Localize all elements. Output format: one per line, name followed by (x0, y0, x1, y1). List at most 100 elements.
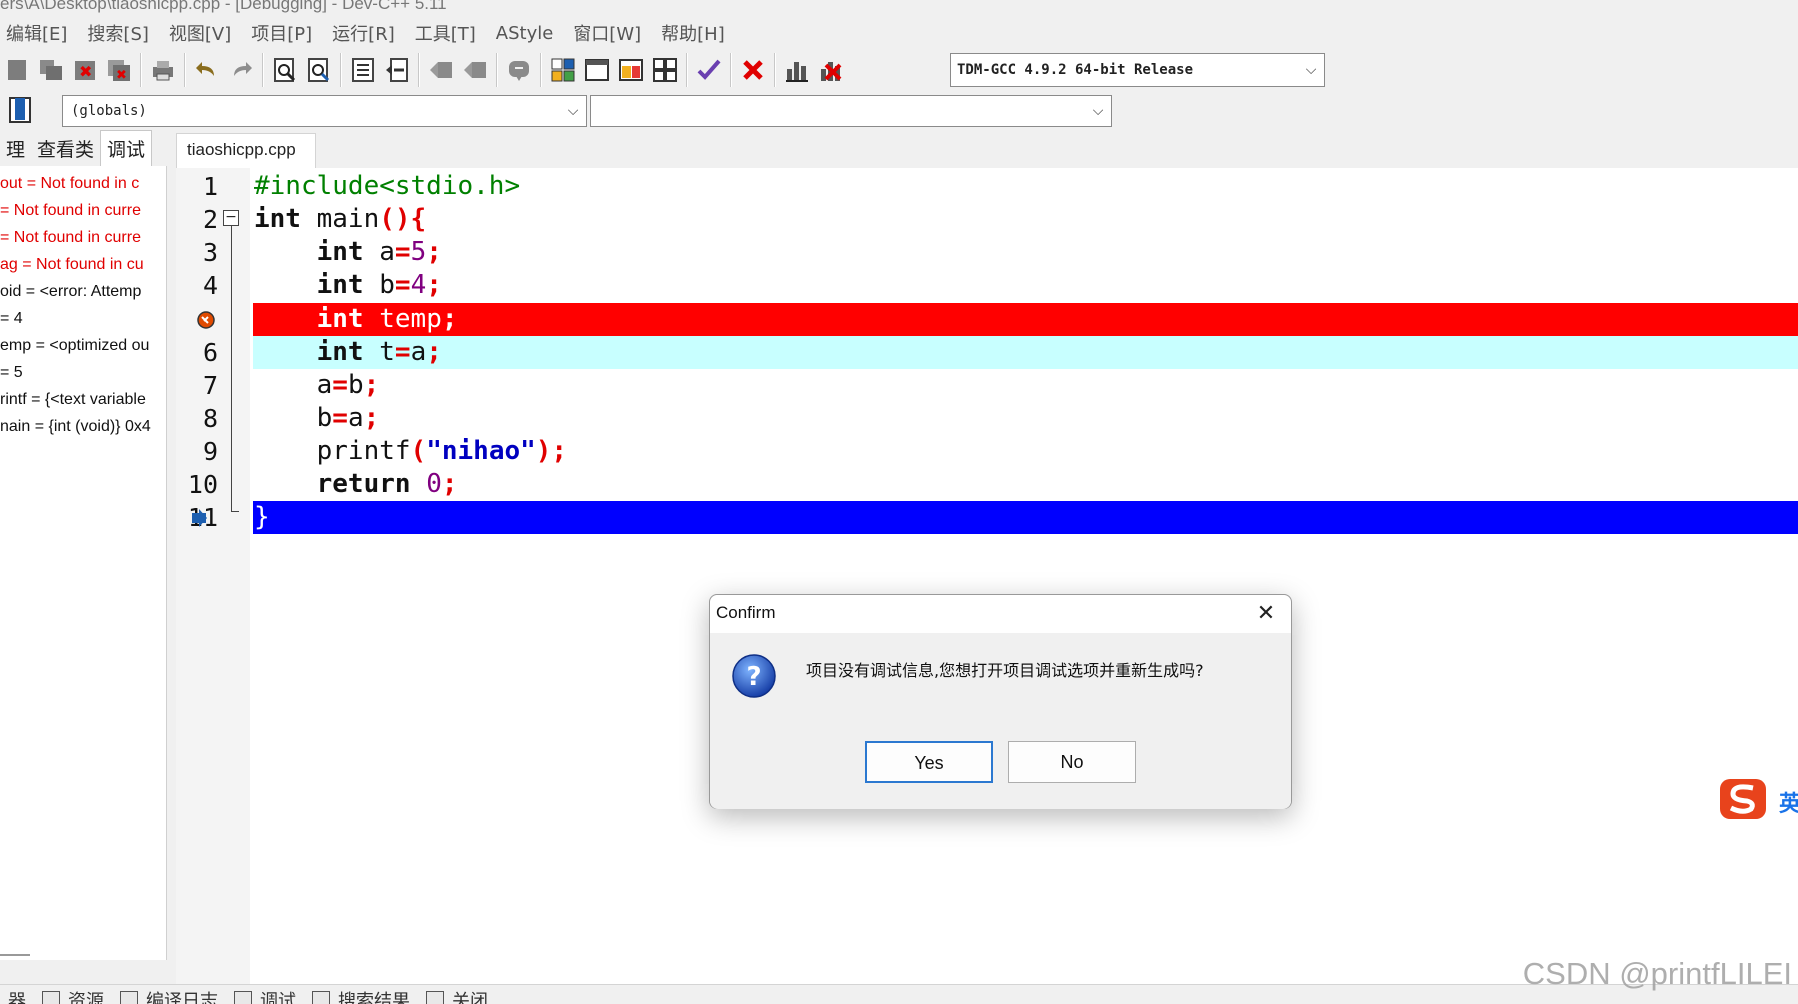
code-text: printf("nihao"); (254, 436, 568, 466)
watch-item[interactable]: ag = Not found in cu (0, 251, 166, 278)
code-line: int temp; (176, 303, 1798, 336)
replace-icon[interactable] (302, 53, 336, 87)
toolbar-separator (340, 53, 342, 87)
grid-windows-icon[interactable] (648, 53, 682, 87)
new-file-icon[interactable] (0, 53, 34, 87)
profile-chart-icon[interactable] (780, 53, 814, 87)
watch-item[interactable]: emp = <optimized ou (0, 332, 166, 359)
tab-project[interactable]: 理 (0, 131, 31, 166)
close-file-icon[interactable]: ✖ (68, 53, 102, 87)
code-line: 8 b=a; (176, 402, 1798, 435)
yes-button[interactable]: Yes (865, 741, 993, 783)
tab-label: 调试 (260, 991, 296, 1004)
dialog-title: Confirm (716, 603, 776, 622)
toolbar-separator (262, 53, 264, 87)
tab-classes[interactable]: 查看类 (31, 131, 100, 166)
chevron-down-icon[interactable]: ⌵ (560, 103, 586, 119)
toolbar-separator (686, 53, 688, 87)
menu-tools[interactable]: 工具[T] (405, 20, 486, 46)
tab-resources[interactable]: 资源 (34, 985, 112, 1004)
left-panel-scrollbar[interactable] (0, 954, 30, 956)
watch-item[interactable]: = Not found in curre (0, 224, 166, 251)
editor-tabs: tiaoshicpp.cpp (176, 132, 1798, 169)
tab-label: 搜索结果 (338, 991, 410, 1004)
unindent-icon[interactable] (380, 53, 414, 87)
print-icon[interactable] (146, 53, 180, 87)
no-button[interactable]: No (1008, 741, 1136, 783)
fold-line (231, 226, 232, 512)
ime-indicator[interactable]: 英 (1717, 776, 1798, 824)
question-icon: ? (731, 653, 777, 699)
code-line: 1 #include<stdio.h> (176, 170, 1798, 203)
scope-select[interactable]: (globals) ⌵ (62, 95, 587, 127)
toggle-comment-icon[interactable] (502, 53, 536, 87)
watch-item[interactable]: oid = <error: Attemp (0, 278, 166, 305)
code-line: 11 } (176, 501, 1798, 534)
confirm-dialog: Confirm ✕ ? 项目没有调试信息,您想打开项目调试选项并重新生成吗? Y… (709, 594, 1292, 809)
tab-tiaoshicpp[interactable]: tiaoshicpp.cpp (176, 133, 316, 169)
nav-back-icon[interactable] (424, 53, 458, 87)
delete-profile-icon[interactable] (814, 53, 848, 87)
menu-project[interactable]: 项目[P] (241, 20, 322, 46)
single-window-icon[interactable] (580, 53, 614, 87)
tab-search-results[interactable]: 搜索结果 (304, 985, 418, 1004)
scope-value: (globals) (71, 103, 147, 119)
watch-item[interactable]: rintf = {<text variable (0, 386, 166, 413)
menu-run[interactable]: 运行[R] (322, 20, 405, 46)
sogou-logo-icon (1720, 779, 1766, 819)
watch-item[interactable]: = Not found in curre (0, 197, 166, 224)
code-editor[interactable]: 1 #include<stdio.h> 2 int main(){ 3 int … (176, 168, 1798, 984)
fold-toggle-icon[interactable]: − (223, 210, 239, 226)
code-text: return 0; (316, 469, 458, 499)
watch-item[interactable]: nain = {int (void)} 0x4 (0, 413, 166, 440)
dialog-titlebar: Confirm ✕ (710, 595, 1291, 633)
menu-search[interactable]: 搜索[S] (77, 20, 158, 46)
watch-item[interactable]: out = Not found in c (0, 170, 166, 197)
bookmark-icon[interactable] (8, 96, 34, 126)
nav-forward-icon[interactable] (458, 53, 492, 87)
debug-panel: 理 查看类 调试 out = Not found in c = Not foun… (0, 130, 167, 960)
chevron-down-icon[interactable]: ⌵ (1298, 62, 1324, 78)
ime-mode-label: 英 (1779, 792, 1798, 817)
menu-edit[interactable]: 编辑[E] (0, 20, 77, 46)
find-icon[interactable] (268, 53, 302, 87)
function-select[interactable]: ⌵ (590, 95, 1112, 127)
code-line: 7 a=b; (176, 369, 1798, 402)
code-text: } (254, 502, 270, 532)
tile-windows-icon[interactable] (546, 53, 580, 87)
close-all-icon[interactable]: ✖ (102, 53, 136, 87)
svg-text:✖: ✖ (79, 62, 92, 81)
tab-close[interactable]: 关闭 (418, 985, 496, 1004)
line-number: 6 (202, 338, 218, 367)
menu-help[interactable]: 帮助[H] (651, 20, 735, 46)
dialog-message: 项目没有调试信息,您想打开项目调试选项并重新生成吗? (806, 661, 1204, 680)
tab-compile-log[interactable]: 编译日志 (112, 985, 226, 1004)
watch-item[interactable]: = 5 (0, 359, 166, 386)
close-icon[interactable]: ✕ (1251, 599, 1281, 629)
watch-item[interactable]: = 4 (0, 305, 166, 332)
line-number: 9 (202, 437, 218, 466)
undo-icon[interactable] (190, 53, 224, 87)
code-line: 4 int b=4; (176, 269, 1798, 302)
code-text: #include<stdio.h> (254, 171, 521, 201)
line-number: 7 (202, 371, 218, 400)
chevron-down-icon[interactable]: ⌵ (1085, 103, 1111, 119)
menu-window[interactable]: 窗口[W] (563, 20, 651, 46)
menu-view[interactable]: 视图[V] (159, 20, 241, 46)
line-number: 10 (187, 470, 218, 499)
check-syntax-icon[interactable] (692, 53, 726, 87)
redo-icon[interactable] (224, 53, 258, 87)
stop-execution-icon[interactable] (736, 53, 770, 87)
devcpp-window: ers\A\Desktop\tiaoshicpp.cpp - [Debuggin… (0, 0, 1798, 1004)
open-file-icon[interactable] (34, 53, 68, 87)
layout-window-icon[interactable] (614, 53, 648, 87)
tab-debug[interactable]: 调试 (100, 130, 153, 166)
menu-astyle[interactable]: AStyle (486, 23, 564, 44)
code-text: int main(){ (254, 204, 427, 234)
svg-text:?: ? (746, 662, 761, 692)
tab-debug-output[interactable]: 调试 (226, 985, 304, 1004)
tab-compiler[interactable]: 器 (0, 985, 34, 1004)
indent-icon[interactable] (346, 53, 380, 87)
line-number: 3 (202, 238, 218, 267)
compiler-select[interactable]: TDM-GCC 4.9.2 64-bit Release ⌵ (950, 53, 1325, 87)
